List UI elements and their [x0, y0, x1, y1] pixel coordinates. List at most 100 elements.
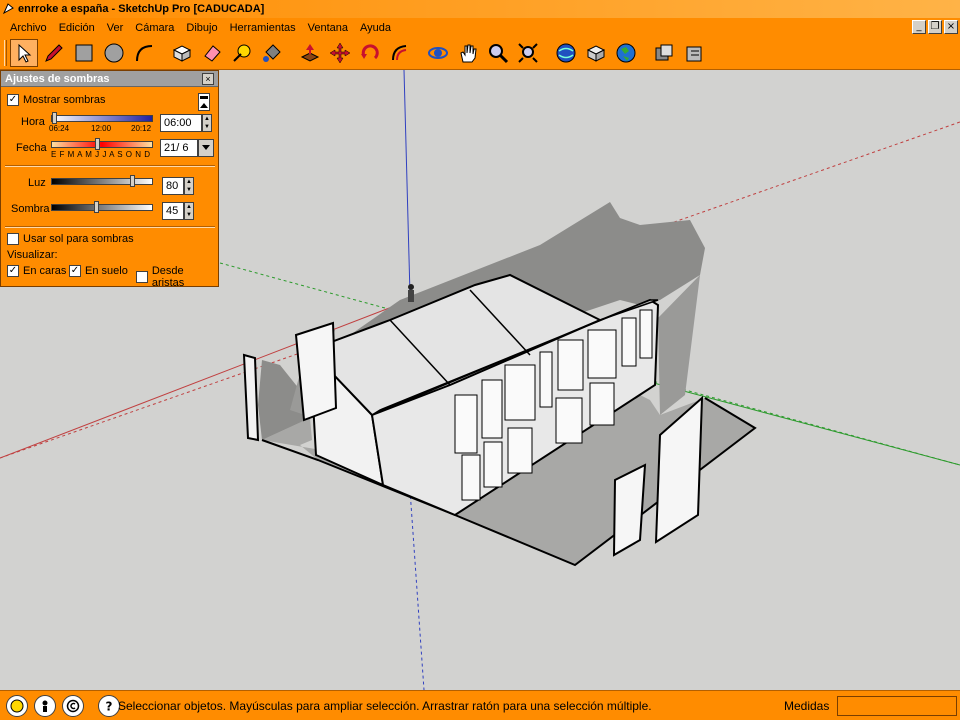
menu-dibujo[interactable]: Dibujo — [180, 22, 223, 34]
credits-button[interactable] — [34, 694, 56, 717]
light-spinner[interactable]: ▲ ▼ — [184, 177, 194, 195]
time-label: Hora — [21, 116, 45, 128]
from-edges-checkbox[interactable] — [136, 271, 148, 283]
show-shadows-checkbox[interactable]: ✓ — [7, 94, 19, 106]
component-button-1[interactable] — [650, 39, 678, 67]
light-slider-thumb[interactable] — [130, 175, 135, 187]
pencil-icon — [45, 44, 63, 62]
eraser-tool-button[interactable] — [198, 39, 226, 67]
window-title: enrroke a españa - SketchUp Pro [CADUCAD… — [18, 3, 265, 15]
shadow-input[interactable]: 45 — [162, 202, 184, 220]
arc-tool-button[interactable] — [130, 39, 158, 67]
pencil-tool-button[interactable] — [40, 39, 68, 67]
paint-bucket-tool-button[interactable] — [258, 39, 286, 67]
from-edges-row: Desde aristas — [136, 265, 218, 289]
zoom-icon — [489, 44, 509, 64]
menu-herramientas[interactable]: Herramientas — [224, 22, 302, 34]
paint-bucket-icon — [263, 44, 281, 62]
scale-figure — [408, 284, 414, 302]
menu-edicion[interactable]: Edición — [53, 22, 101, 34]
zoom-extents-tool-button[interactable] — [514, 39, 542, 67]
menu-ver[interactable]: Ver — [101, 22, 130, 34]
geo-location-button[interactable] — [6, 694, 28, 717]
orbit-icon — [428, 47, 448, 59]
time-slider[interactable] — [51, 115, 153, 122]
panel-right-1 — [612, 463, 647, 557]
move-icon — [329, 42, 351, 64]
shadow-spinner[interactable]: ▲ ▼ — [184, 202, 194, 220]
share-model-button[interactable] — [582, 39, 610, 67]
offset-icon — [392, 45, 407, 61]
shadow-slider[interactable] — [51, 204, 153, 211]
panel-left-1 — [242, 353, 260, 442]
component-button-2[interactable] — [680, 39, 708, 67]
tape-measure-icon — [233, 44, 251, 62]
shadow-dialog-title-bar[interactable]: Ajustes de sombras — [1, 71, 218, 87]
circle-tool-button[interactable] — [100, 39, 128, 67]
pan-tool-button[interactable] — [454, 39, 482, 67]
toolbar-grip[interactable] — [4, 40, 7, 66]
menu-camara[interactable]: Cámara — [129, 22, 180, 34]
sketchup-app-icon — [2, 3, 14, 15]
show-shadows-label: Mostrar sombras — [23, 94, 106, 106]
light-label: Luz — [28, 177, 46, 189]
date-slider[interactable] — [51, 141, 153, 148]
offset-tool-button[interactable] — [386, 39, 414, 67]
minimize-button[interactable]: _ — [912, 20, 926, 34]
blue-axis — [403, 70, 411, 296]
pan-icon — [460, 44, 477, 63]
get-models-button[interactable] — [552, 39, 580, 67]
date-dropdown-button[interactable] — [198, 139, 214, 157]
license-button[interactable] — [62, 694, 84, 717]
menu-archivo[interactable]: Archivo — [4, 22, 53, 34]
make-component-button[interactable] — [168, 39, 196, 67]
collapse-icon — [200, 96, 208, 108]
shadow-slider-thumb[interactable] — [94, 201, 99, 213]
move-tool-button[interactable] — [326, 39, 354, 67]
arc-icon — [136, 45, 153, 62]
tape-measure-tool-button[interactable] — [228, 39, 256, 67]
collapse-details-button[interactable] — [198, 93, 210, 111]
panel-left-2 — [294, 321, 338, 422]
push-pull-icon — [300, 44, 320, 62]
use-sun-row: Usar sol para sombras — [7, 233, 134, 245]
date-label: Fecha — [16, 142, 47, 154]
on-faces-label: En caras — [23, 265, 67, 277]
eraser-icon — [204, 45, 221, 62]
time-input[interactable]: 06:00 — [160, 114, 202, 132]
close-button[interactable]: × — [944, 20, 958, 34]
make-component-icon — [172, 45, 192, 62]
select-tool-button[interactable] — [10, 39, 38, 67]
use-sun-checkbox[interactable] — [7, 233, 19, 245]
light-slider[interactable] — [51, 178, 153, 185]
on-faces-checkbox[interactable]: ✓ — [7, 265, 19, 277]
light-input[interactable]: 80 — [162, 177, 184, 195]
circle-icon — [104, 43, 124, 63]
restore-button[interactable]: ❐ — [928, 20, 942, 34]
rectangle-tool-button[interactable] — [70, 39, 98, 67]
component-icon-2 — [686, 46, 702, 62]
orbit-tool-button[interactable] — [424, 39, 452, 67]
time-spinner[interactable]: ▲ ▼ — [202, 114, 212, 132]
measurements-input[interactable] — [837, 696, 957, 716]
time-slider-thumb[interactable] — [52, 112, 57, 124]
person-icon — [42, 700, 48, 712]
zoom-tool-button[interactable] — [484, 39, 512, 67]
menu-ayuda[interactable]: Ayuda — [354, 22, 397, 34]
share-component-button[interactable] — [612, 39, 640, 67]
on-ground-row: ✓ En suelo — [69, 265, 128, 277]
rotate-tool-button[interactable] — [356, 39, 384, 67]
instructor-button[interactable]: ? — [98, 694, 120, 717]
help-icon: ? — [106, 699, 113, 713]
on-ground-checkbox[interactable]: ✓ — [69, 265, 81, 277]
from-edges-label: Desde aristas — [151, 265, 185, 289]
menu-ventana[interactable]: Ventana — [302, 22, 354, 34]
push-pull-tool-button[interactable] — [296, 39, 324, 67]
shadow-label: Sombra — [11, 203, 50, 215]
on-faces-row: ✓ En caras — [7, 265, 66, 277]
date-input[interactable]: 21/ 6 — [160, 139, 198, 157]
shadow-dialog-close-button[interactable]: × — [202, 73, 214, 85]
date-slider-thumb[interactable] — [95, 138, 100, 150]
display-label: Visualizar: — [7, 249, 58, 261]
time-min-label: 06:24 — [49, 124, 70, 133]
